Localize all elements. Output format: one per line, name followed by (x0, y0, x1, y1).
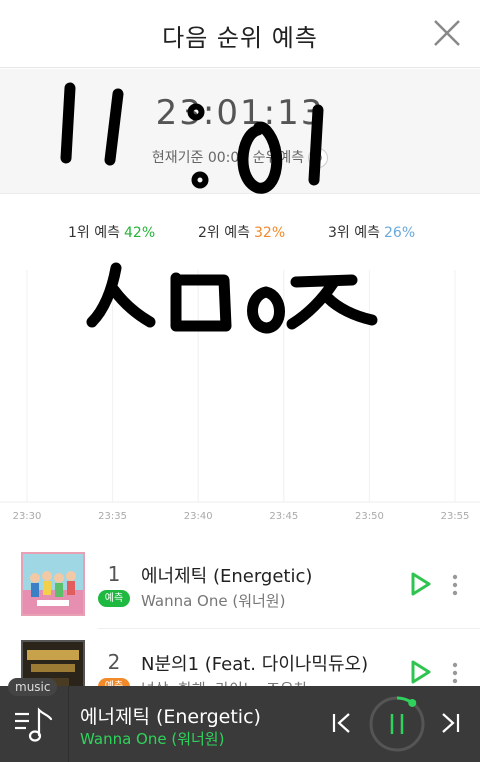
legend-label: 1위 예측 (68, 225, 120, 241)
time-subtitle-text: 현재기준 00:00 순위예측 (151, 150, 305, 166)
playlist-icon[interactable] (12, 702, 56, 746)
play-icon[interactable] (410, 571, 432, 597)
time-subtitle: 현재기준 00:00 순위예측 ↻ (0, 147, 480, 168)
x-tick-label: 23:50 (355, 511, 384, 522)
rank-number: 2 (107, 650, 121, 674)
time-panel: 23:01:13 현재기준 00:00 순위예측 ↻ (0, 69, 480, 194)
rank-number: 1 (107, 562, 121, 586)
rank-row-1[interactable]: 1 예측 에너제틱 (Energetic) Wanna One (워너원) (0, 540, 480, 629)
song-title[interactable]: 에너제틱 (Energetic) (141, 562, 312, 588)
legend-label: 3위 예측 (328, 225, 380, 241)
legend-percent: 26% (384, 225, 416, 241)
previous-track-icon[interactable] (330, 711, 354, 735)
legend-percent: 42% (124, 225, 156, 241)
x-tick-label: 23:30 (13, 511, 42, 522)
x-tick-label: 23:35 (98, 511, 127, 522)
close-icon[interactable] (430, 16, 464, 50)
now-playing-title[interactable]: 에너제틱 (Energetic) (80, 702, 261, 729)
legend-item-rank1: 1위 예측 42% (68, 222, 155, 242)
legend-percent: 32% (254, 225, 286, 241)
pause-button[interactable] (367, 694, 427, 754)
more-vertical-icon[interactable] (448, 574, 462, 596)
chart-svg: 23:30 23:35 23:40 23:45 23:50 23:55 (0, 270, 480, 522)
current-time: 23:01:13 (155, 93, 325, 133)
play-icon[interactable] (410, 659, 432, 685)
song-title[interactable]: N분의1 (Feat. 다이나믹듀오) (141, 650, 368, 676)
legend-item-rank3: 3위 예측 26% (328, 222, 415, 242)
x-tick-label: 23:45 (269, 511, 298, 522)
page-title: 다음 순위 예측 (162, 24, 318, 52)
legend-item-rank2: 2위 예측 32% (198, 222, 285, 242)
header: 다음 순위 예측 (0, 0, 480, 68)
player-divider (68, 686, 69, 762)
now-playing-artist[interactable]: Wanna One (워너원) (80, 728, 224, 749)
x-tick-label: 23:40 (184, 511, 213, 522)
song-artist[interactable]: Wanna One (워너원) (141, 590, 285, 611)
legend-label: 2위 예측 (198, 225, 250, 241)
music-tag: music (8, 678, 58, 696)
prediction-chart: 23:30 23:35 23:40 23:45 23:50 23:55 (0, 262, 480, 524)
next-track-icon[interactable] (438, 711, 462, 735)
prediction-badge: 예측 (98, 590, 130, 607)
more-vertical-icon[interactable] (448, 662, 462, 684)
refresh-icon[interactable]: ↻ (308, 148, 329, 168)
album-art[interactable] (21, 552, 85, 616)
prediction-legend: 1위 예측 42% 2위 예측 32% 3위 예측 26% (0, 222, 480, 242)
player-bar: 에너제틱 (Energetic) Wanna One (워너원) (0, 686, 480, 762)
x-tick-label: 23:55 (441, 511, 470, 522)
